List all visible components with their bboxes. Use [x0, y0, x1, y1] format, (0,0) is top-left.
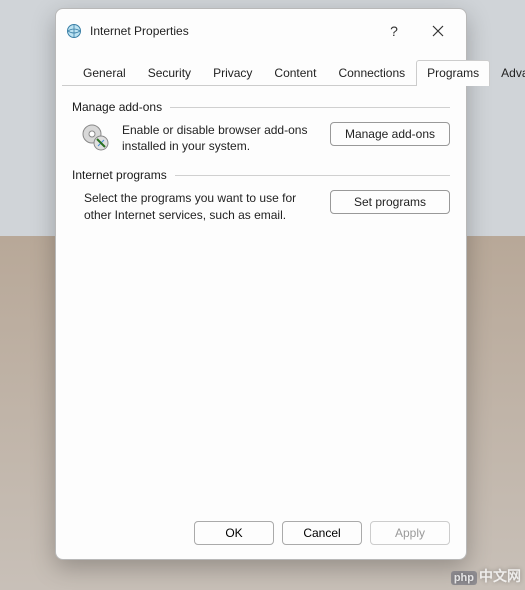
- apply-button[interactable]: Apply: [370, 521, 450, 545]
- tab-content[interactable]: Content: [263, 60, 327, 86]
- cancel-button[interactable]: Cancel: [282, 521, 362, 545]
- close-button[interactable]: [420, 17, 456, 45]
- tab-connections[interactable]: Connections: [327, 60, 416, 86]
- group-internet-programs: Internet programs Select the programs yo…: [72, 168, 450, 222]
- internet-options-icon: [66, 23, 82, 39]
- divider: [175, 175, 450, 176]
- group-title-programs: Internet programs: [72, 168, 167, 182]
- dialog-window: Internet Properties ? General Security P…: [55, 8, 467, 560]
- set-programs-button[interactable]: Set programs: [330, 190, 450, 214]
- group-manage-addons: Manage add-ons Enable or disable browser…: [72, 100, 450, 154]
- tab-bar: General Security Privacy Content Connect…: [62, 49, 460, 86]
- titlebar: Internet Properties ?: [56, 9, 466, 49]
- window-title: Internet Properties: [90, 24, 368, 38]
- addons-description: Enable or disable browser add-ons instal…: [122, 122, 320, 154]
- watermark: php中文网: [451, 566, 521, 586]
- help-button[interactable]: ?: [376, 17, 412, 45]
- divider: [170, 107, 450, 108]
- manage-addons-button[interactable]: Manage add-ons: [330, 122, 450, 146]
- tab-security[interactable]: Security: [137, 60, 202, 86]
- programs-description: Select the programs you want to use for …: [80, 190, 320, 222]
- group-title-addons: Manage add-ons: [72, 100, 162, 114]
- ok-button[interactable]: OK: [194, 521, 274, 545]
- tab-programs[interactable]: Programs: [416, 60, 490, 86]
- tab-privacy[interactable]: Privacy: [202, 60, 263, 86]
- tab-content-area: Manage add-ons Enable or disable browser…: [56, 86, 466, 509]
- tab-advanced[interactable]: Advanced: [490, 60, 525, 86]
- tab-general[interactable]: General: [72, 60, 137, 86]
- addons-gear-icon: [80, 122, 112, 154]
- dialog-footer: OK Cancel Apply: [56, 509, 466, 559]
